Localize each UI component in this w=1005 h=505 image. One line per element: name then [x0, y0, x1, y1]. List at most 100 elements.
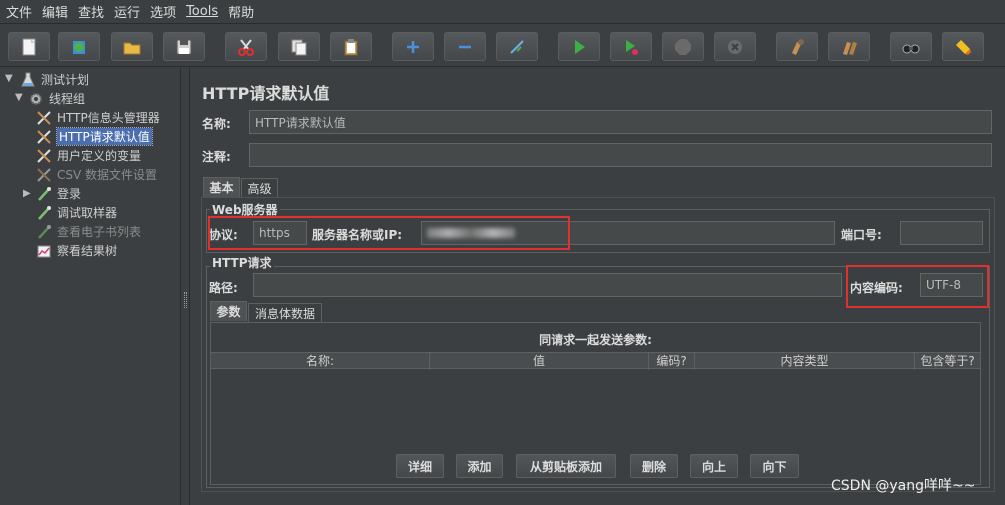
panel-title: HTTP请求默认值 [202, 84, 330, 103]
start-button[interactable] [558, 32, 600, 61]
tree-expander-closed[interactable]: ▶ [23, 188, 31, 199]
menu-options[interactable]: 选项 [148, 2, 182, 21]
move-down-button[interactable]: 向下 [750, 454, 799, 478]
splitter-grip[interactable] [184, 292, 187, 308]
toggle-button[interactable] [496, 32, 538, 61]
path-label: 路径: [209, 281, 238, 295]
start-icon [575, 39, 585, 54]
open-icon [123, 42, 141, 54]
name-label: 名称: [202, 117, 231, 131]
tree-item-debug-sampler[interactable]: 调试取样器 [35, 203, 117, 222]
add-from-clipboard-button[interactable]: 从剪贴板添加 [516, 454, 616, 478]
expand-button[interactable] [392, 32, 434, 61]
thread-group-icon [27, 91, 45, 107]
tree-item-csv-data-set[interactable]: CSV 数据文件设置 [35, 165, 157, 184]
menu-edit[interactable]: 编辑 [40, 2, 74, 21]
config-element-icon [35, 167, 53, 183]
templates-button[interactable] [58, 32, 100, 61]
open-button[interactable] [111, 32, 153, 61]
comment-field[interactable] [249, 143, 992, 167]
port-field[interactable] [900, 221, 983, 245]
save-button[interactable] [163, 32, 205, 61]
watermark: CSDN @yang咩咩~~ [831, 478, 976, 494]
http-request-group-title: HTTP请求 [210, 254, 274, 271]
column-name[interactable]: 名称: [211, 353, 430, 370]
shutdown-icon [728, 39, 742, 54]
paste-button[interactable] [330, 32, 372, 61]
parameters-table-header: 名称: 值 编码? 内容类型 包含等于? [211, 352, 980, 370]
tree-item-user-defined-variables[interactable]: 用户定义的变量 [35, 146, 141, 165]
test-plan-tree: ▼ 测试计划 ▼ 线程组 HTTP信息头管理器 HTTP请求默认值 用户定义的变… [0, 68, 181, 505]
cut-icon [238, 38, 254, 56]
path-field[interactable] [253, 273, 842, 297]
new-icon [22, 38, 36, 55]
tree-item-thread-group[interactable]: 线程组 [27, 89, 85, 108]
start-no-pause-icon [626, 39, 638, 55]
tree-expander-open[interactable]: ▼ [5, 73, 13, 84]
tab-basic[interactable]: 基本 [203, 177, 240, 197]
tree-item-login[interactable]: 登录 [35, 184, 81, 203]
expand-icon [407, 40, 419, 53]
tab-advanced[interactable]: 高级 [241, 178, 278, 198]
test-plan-icon [19, 72, 37, 88]
highlight-box-encoding [846, 265, 989, 308]
tree-item-view-ebook-list[interactable]: 查看电子书列表 [35, 222, 141, 241]
tree-item-view-results-tree[interactable]: 察看结果树 [35, 241, 117, 260]
tab-body-data[interactable]: 消息体数据 [248, 303, 322, 323]
menu-tools[interactable]: Tools [184, 4, 224, 19]
templates-icon [73, 40, 85, 54]
copy-button[interactable] [278, 32, 320, 61]
menu-help[interactable]: 帮助 [226, 2, 260, 21]
menu-file[interactable]: 文件 [4, 2, 38, 21]
config-element-icon [35, 129, 53, 145]
highlight-box-server [208, 216, 570, 250]
reset-search-icon [956, 39, 971, 55]
port-label: 端口号: [841, 228, 882, 242]
config-element-icon [35, 148, 53, 164]
tab-parameters[interactable]: 参数 [210, 301, 247, 321]
save-icon [176, 39, 192, 54]
move-up-button[interactable]: 向上 [690, 454, 738, 478]
search-button[interactable] [890, 32, 932, 61]
toggle-icon [510, 39, 524, 54]
config-element-icon [35, 110, 53, 126]
toolbar [0, 25, 1005, 67]
tree-item-test-plan[interactable]: 测试计划 [19, 70, 89, 89]
stop-button[interactable] [662, 32, 704, 61]
column-include-equals[interactable]: 包含等于? [915, 353, 980, 370]
new-button[interactable] [8, 32, 50, 61]
menu-bar: 文件 编辑 查找 运行 选项 Tools 帮助 [0, 0, 1005, 24]
tree-item-http-request-defaults[interactable]: HTTP请求默认值 [35, 127, 153, 146]
column-content-type[interactable]: 内容类型 [695, 353, 915, 370]
menu-run[interactable]: 运行 [112, 2, 146, 21]
clear-all-icon [843, 41, 857, 55]
clear-all-button[interactable] [828, 32, 870, 61]
menu-search[interactable]: 查找 [76, 2, 110, 21]
name-field[interactable]: HTTP请求默认值 [249, 110, 992, 134]
shutdown-button[interactable] [714, 32, 756, 61]
cut-button[interactable] [225, 32, 267, 61]
delete-button[interactable]: 删除 [630, 454, 678, 478]
parameters-table: 同请求一起发送参数: 名称: 值 编码? 内容类型 包含等于? 详细 添加 从剪… [210, 322, 981, 485]
sampler-icon [35, 224, 53, 240]
reset-search-button[interactable] [942, 32, 984, 61]
listener-icon [35, 243, 53, 259]
clear-button[interactable] [776, 32, 818, 61]
tree-expander-open[interactable]: ▼ [15, 92, 23, 103]
stop-icon [675, 38, 691, 55]
sampler-icon [35, 205, 53, 221]
add-button[interactable]: 添加 [456, 454, 503, 478]
detail-button[interactable]: 详细 [396, 454, 444, 478]
comment-label: 注释: [202, 150, 231, 164]
collapse-button[interactable] [444, 32, 486, 61]
element-editor-panel: HTTP请求默认值 名称: HTTP请求默认值 注释: 基本 高级 Web服务器… [191, 68, 1005, 505]
parameters-caption: 同请求一起发送参数: [539, 333, 652, 347]
clear-icon [792, 38, 804, 55]
start-no-pause-button[interactable] [610, 32, 652, 61]
column-value[interactable]: 值 [430, 353, 649, 370]
tree-item-http-header-manager[interactable]: HTTP信息头管理器 [35, 108, 160, 127]
copy-icon [291, 39, 307, 55]
panel-splitter[interactable] [182, 68, 190, 505]
collapse-icon [459, 45, 471, 48]
column-encode[interactable]: 编码? [649, 353, 695, 370]
